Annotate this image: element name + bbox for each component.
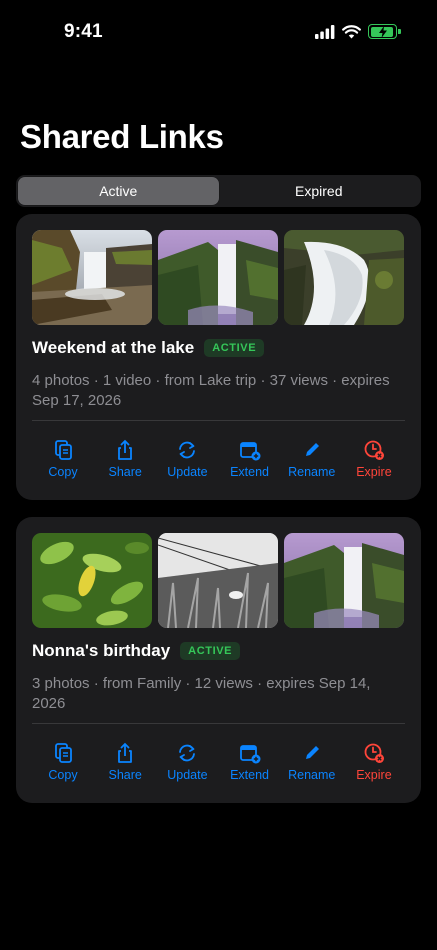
card-actions: Copy Share Update Extend Rename Expire [32,439,405,479]
status-badge: ACTIVE [180,642,241,660]
share-icon [118,439,133,460]
thumbnail-grass-bw[interactable] [158,533,278,628]
card-actions: Copy Share Update Extend Rename Expire [32,742,405,782]
status-segmented-control[interactable]: Active Expired [16,175,421,207]
card-title-row: Nonna's birthday ACTIVE [32,641,241,661]
segment-active[interactable]: Active [18,177,219,205]
copy-icon [55,743,72,763]
status-time: 9:41 [64,21,103,42]
copy-label: Copy [48,465,78,479]
expire-button[interactable]: Expire [343,742,405,782]
update-button[interactable]: Update [156,439,218,479]
status-icons [315,24,401,39]
rename-button[interactable]: Rename [281,742,343,782]
update-label: Update [167,768,208,782]
shared-link-card[interactable]: Nonna's birthday ACTIVE 3 photos · from … [16,517,421,803]
share-icon [118,742,133,763]
pencil-icon [305,443,319,456]
thumbnail-strip [32,533,404,628]
expire-label: Expire [356,465,392,479]
cellular-signal-icon [315,24,335,39]
copy-icon [55,440,72,460]
copy-button[interactable]: Copy [32,439,94,479]
thumbnail-waterfall-cliff[interactable] [284,533,404,628]
card-title: Weekend at the lake [32,338,195,357]
calendar-plus-icon [239,442,261,461]
status-bar: 9:41 [0,0,437,60]
card-meta: 4 photos · 1 video · from Lake trip · 37… [32,372,390,409]
rename-button[interactable]: Rename [281,439,343,479]
expire-label: Expire [356,768,392,782]
copy-label: Copy [48,768,78,782]
share-label: Share [108,465,142,479]
extend-label: Extend [230,768,270,782]
extend-button[interactable]: Extend [219,742,281,782]
extend-label: Extend [230,465,270,479]
clock-x-icon [364,743,384,763]
update-label: Update [167,465,208,479]
share-button[interactable]: Share [94,742,156,782]
refresh-icon [179,441,196,459]
page-title: Shared Links [20,118,224,155]
divider [32,723,405,724]
thumbnail-waterfall-canyon[interactable] [32,230,152,325]
segment-expired[interactable]: Expired [219,177,420,205]
copy-button[interactable]: Copy [32,742,94,782]
update-button[interactable]: Update [156,742,218,782]
pencil-icon [305,746,319,759]
thumbnail-waterfall-cliff[interactable] [158,230,278,325]
calendar-plus-icon [239,745,261,764]
expire-button[interactable]: Expire [343,439,405,479]
rename-label: Rename [288,465,336,479]
clock-x-icon [364,440,384,460]
extend-button[interactable]: Extend [219,439,281,479]
status-badge: ACTIVE [204,339,265,357]
thumbnail-waterfall-closeup[interactable] [284,230,404,325]
wifi-icon [342,24,361,38]
refresh-icon [179,744,196,762]
card-title-row: Weekend at the lake ACTIVE [32,338,265,358]
divider [32,420,405,421]
thumbnail-strip [32,230,404,325]
share-label: Share [108,768,142,782]
card-meta: 3 photos · from Family · 12 views · expi… [32,675,371,712]
rename-label: Rename [288,768,336,782]
shared-link-card[interactable]: Weekend at the lake ACTIVE 4 photos · 1 … [16,214,421,500]
battery-icon [368,24,401,39]
card-title: Nonna's birthday [32,641,171,660]
thumbnail-green-leaves[interactable] [32,533,152,628]
share-button[interactable]: Share [94,439,156,479]
